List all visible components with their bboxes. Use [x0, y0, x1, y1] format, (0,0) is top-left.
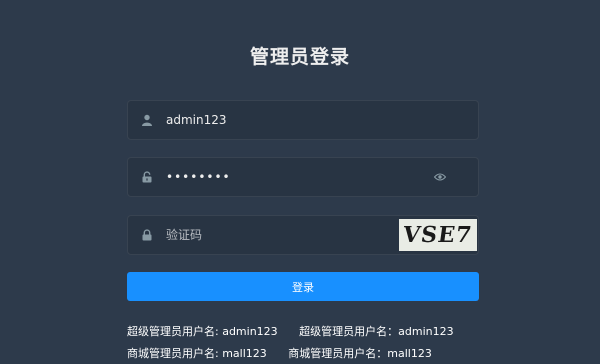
login-button[interactable]: 登录: [127, 272, 479, 301]
captcha-image[interactable]: VSE7: [399, 219, 477, 251]
password-input[interactable]: ••••••••: [166, 158, 231, 196]
tip-mall-admin: 商城管理员用户名: mall123: [127, 347, 267, 360]
user-icon: [140, 113, 154, 127]
tip-super-admin-2: 超级管理员用户名：admin123: [299, 325, 454, 338]
captcha-text: VSE7: [401, 222, 475, 248]
eye-icon[interactable]: [434, 171, 446, 183]
captcha-field[interactable]: 验证码 VSE7: [127, 215, 479, 255]
tips-line-1: 超级管理员用户名: admin123 超级管理员用户名：admin123: [127, 323, 472, 339]
tip-mall-admin-2: 商城管理员用户名：mall123: [288, 347, 432, 360]
password-field[interactable]: ••••••••: [127, 157, 479, 197]
tips-line-2: 商城管理员用户名: mall123 商城管理员用户名：mall123: [127, 345, 450, 361]
username-field[interactable]: admin123: [127, 100, 479, 140]
lock-icon: [140, 228, 154, 242]
page-title: 管理员登录: [249, 46, 350, 68]
captcha-input[interactable]: 验证码: [166, 216, 202, 254]
username-input[interactable]: admin123: [166, 101, 227, 139]
lock-icon: [140, 170, 154, 184]
tip-super-admin: 超级管理员用户名: admin123: [127, 325, 278, 338]
